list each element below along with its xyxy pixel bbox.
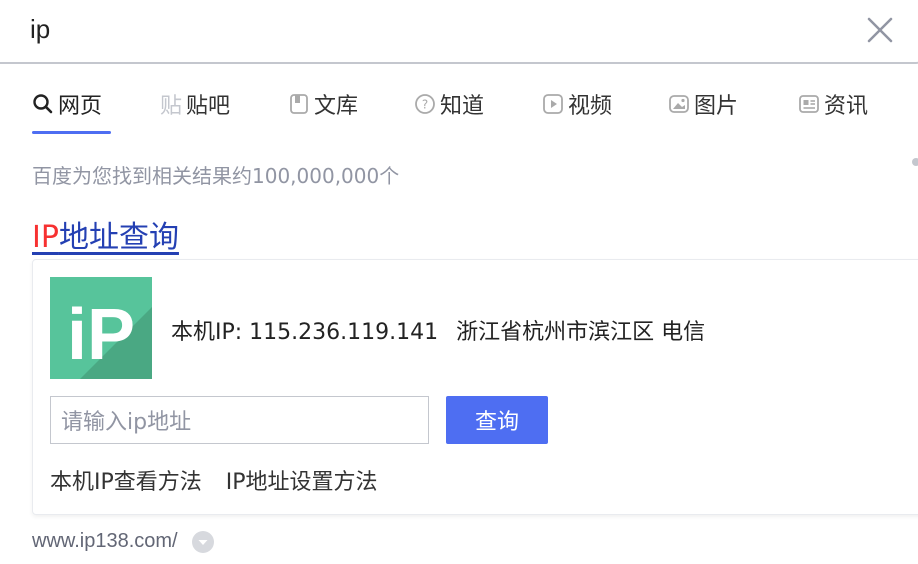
tab-tieba[interactable]: 贴 贴吧 (160, 84, 230, 124)
search-icon (33, 94, 53, 114)
image-icon (669, 95, 689, 113)
card-links: 本机IP查看方法 IP地址设置方法 (50, 464, 378, 496)
tab-label: 视频 (568, 94, 613, 119)
local-ip: 本机IP: 115.236.119.141 (171, 320, 439, 345)
tab-news[interactable]: 资讯 (798, 84, 868, 124)
close-icon[interactable] (864, 14, 896, 46)
search-input[interactable]: ip (30, 14, 50, 45)
tab-wenku[interactable]: 文库 (288, 84, 358, 124)
result-url[interactable]: www.ip138.com/ (32, 530, 178, 553)
title-highlight: IP (32, 220, 59, 255)
news-icon (799, 95, 819, 113)
ip-query-input[interactable]: 请输入ip地址 (50, 396, 429, 444)
result-title-link[interactable]: IP地址查询 (32, 212, 179, 256)
tab-web[interactable]: 网页 (32, 84, 102, 124)
link-check-ip-method[interactable]: 本机IP查看方法 (50, 470, 202, 495)
ip-info: 本机IP: 115.236.119.141 浙江省杭州市滨江区 电信 (171, 314, 705, 346)
tab-label: 知道 (440, 94, 485, 119)
tab-label: 图片 (694, 94, 739, 119)
ip-logo: iP (50, 277, 152, 379)
query-button[interactable]: 查询 (446, 396, 548, 444)
tab-video[interactable]: 视频 (542, 84, 612, 124)
link-ip-setting-method[interactable]: IP地址设置方法 (226, 470, 378, 495)
tieba-icon: 贴 (160, 94, 183, 119)
tab-label: 网页 (58, 94, 103, 119)
ip-location: 浙江省杭州市滨江区 电信 (456, 320, 706, 345)
ip-result-card: iP 本机IP: 115.236.119.141 浙江省杭州市滨江区 电信 请输入… (32, 259, 918, 515)
tab-zhidao[interactable]: ? 知道 (414, 84, 484, 124)
chevron-down-icon[interactable] (191, 530, 214, 553)
tab-label: 贴吧 (186, 94, 231, 119)
question-icon: ? (415, 94, 435, 114)
ip-input-placeholder: 请输入ip地址 (61, 410, 192, 435)
tab-label: 文库 (314, 94, 359, 119)
search-box[interactable]: ip (0, 0, 918, 64)
tab-images[interactable]: 图片 (668, 84, 738, 124)
tab-label: 资讯 (824, 94, 869, 119)
result-count: 百度为您找到相关结果约100,000,000个 (32, 164, 400, 188)
ip-logo-text: iP (67, 295, 135, 375)
document-icon (290, 94, 308, 114)
active-tab-indicator (32, 131, 111, 134)
result-source: www.ip138.com/ (32, 530, 214, 553)
search-tabs: 网页 贴 贴吧 文库 ? 知道 视频 图片 资讯 (32, 84, 912, 136)
svg-text:?: ? (422, 98, 428, 112)
video-icon (543, 94, 563, 114)
title-text: 地址查询 (58, 220, 179, 255)
side-dot (912, 158, 918, 166)
